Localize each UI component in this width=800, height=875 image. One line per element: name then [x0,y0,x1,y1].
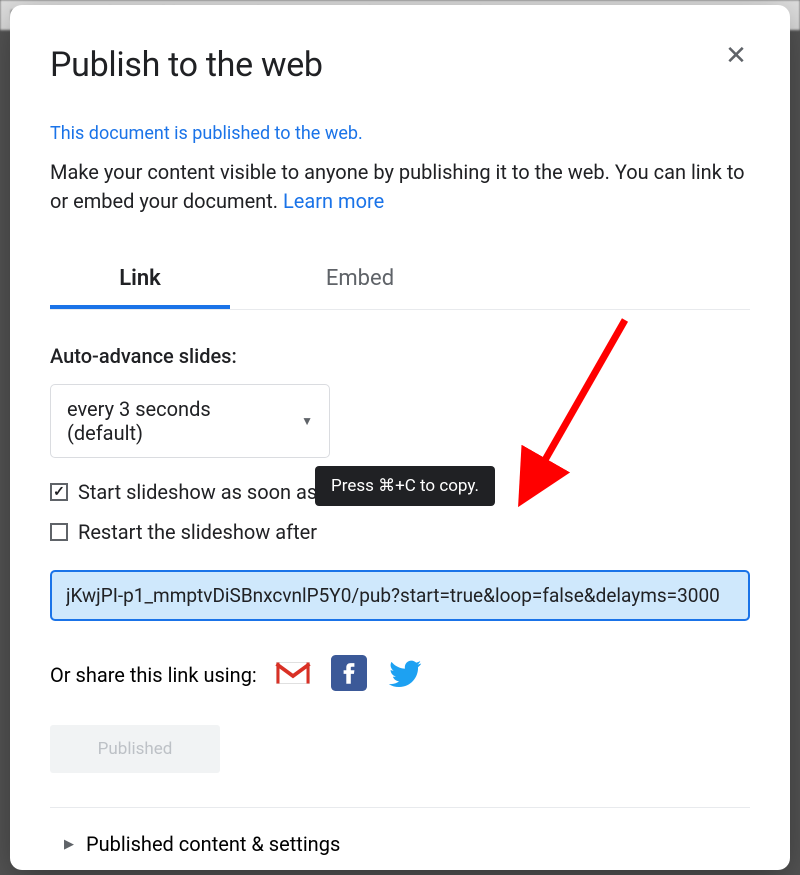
share-row: Or share this link using: [50,655,750,695]
dialog-description: Make your content visible to anyone by p… [50,158,750,216]
published-content-expander[interactable]: ▶ Published content & settings [50,832,750,856]
facebook-icon [331,655,367,696]
gmail-share-button[interactable] [273,655,313,695]
expander-label: Published content & settings [86,832,340,856]
close-icon: ✕ [725,41,747,71]
auto-advance-select[interactable]: every 3 seconds (default) ▼ [50,384,330,458]
share-label: Or share this link using: [50,663,257,687]
triangle-right-icon: ▶ [64,837,74,852]
publish-url-input[interactable] [50,570,750,621]
twitter-icon [387,655,423,696]
divider [50,807,750,808]
publish-status-link[interactable]: This document is published to the web. [50,123,750,144]
dialog-title: Publish to the web [50,45,323,85]
auto-advance-label: Auto-advance slides: [50,344,750,368]
restart-slideshow-checkbox[interactable] [50,523,68,541]
copy-tooltip: Press ⌘+C to copy. [315,466,495,506]
restart-slideshow-label: Restart the slideshow after [78,520,317,544]
publish-dialog: Publish to the web ✕ This document is pu… [10,5,790,870]
restart-slideshow-row: Restart the slideshow after [50,520,750,544]
facebook-share-button[interactable] [329,655,369,695]
learn-more-link[interactable]: Learn more [283,189,384,213]
twitter-share-button[interactable] [385,655,425,695]
start-slideshow-checkbox[interactable] [50,483,68,501]
gmail-icon [275,655,311,696]
tab-link[interactable]: Link [50,252,230,309]
caret-down-icon: ▼ [301,414,313,428]
tabs: Link Embed [50,252,750,310]
description-text: Make your content visible to anyone by p… [50,160,745,213]
select-value: every 3 seconds (default) [67,397,289,445]
tab-embed[interactable]: Embed [270,252,450,309]
published-button: Published [50,725,220,773]
close-button[interactable]: ✕ [722,45,750,73]
